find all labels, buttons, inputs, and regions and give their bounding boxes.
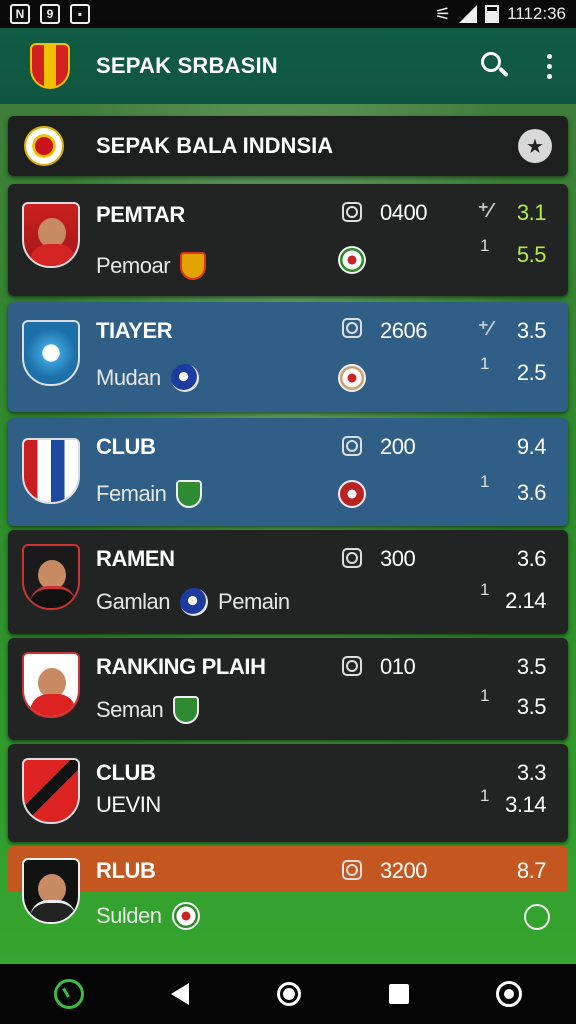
row-rank: 1 xyxy=(480,354,490,373)
club-crest xyxy=(22,438,80,504)
row-name: CLUB xyxy=(96,434,156,459)
row-sub: Gamlan xyxy=(96,589,171,614)
notification-n-icon: N xyxy=(10,4,30,24)
location-icon: 9 xyxy=(40,4,60,24)
row-count: 2606 xyxy=(380,318,427,343)
club-badge-icon xyxy=(176,480,203,508)
row-sub: Seman xyxy=(96,697,164,722)
row-count: 200 xyxy=(380,434,416,459)
trend-indicator: ⁺⁄ xyxy=(478,200,492,222)
row-name: RAMEN xyxy=(96,546,175,571)
list-item[interactable]: RANKING PLAIH Seman 010 1 3.5 3.5 xyxy=(8,638,568,740)
value-top: 3.1 xyxy=(516,200,547,225)
row-sub: Sulden xyxy=(96,903,162,928)
nav-bar xyxy=(0,964,576,1024)
value-top: 3.3 xyxy=(516,760,547,785)
back-icon[interactable] xyxy=(171,983,190,1005)
club-badge-icon xyxy=(180,252,207,280)
row-rank: 1 xyxy=(480,580,490,599)
row-name: CLUB xyxy=(96,760,156,785)
value-bottom: 5.5 xyxy=(516,242,547,267)
list-item[interactable]: CLUB Femain 200 1 9.4 3.6 xyxy=(8,418,568,526)
ball-icon xyxy=(180,588,209,616)
row-count: 010 xyxy=(380,654,416,679)
club-crest xyxy=(22,858,80,924)
row-name: TIAYER xyxy=(96,318,173,343)
league-title: SEPAK BALA INDNSIA xyxy=(96,133,334,158)
list-item[interactable]: RLUB Sulden 3200 8.7 xyxy=(8,846,568,960)
clock-icon xyxy=(342,548,362,568)
app-bar: SEPAK SRBASIN xyxy=(0,28,576,104)
row-name: RANKING PLAIH xyxy=(96,654,266,679)
assistant-icon[interactable] xyxy=(496,981,523,1007)
value-bottom: 3.14 xyxy=(505,792,546,817)
club-crest xyxy=(22,544,80,610)
row-rank: 1 xyxy=(480,686,490,705)
row-rank: 1 xyxy=(480,786,490,805)
row-sub-extra: Pemain xyxy=(218,589,290,614)
app-logo xyxy=(30,43,70,89)
value-bottom: 2.5 xyxy=(516,360,547,385)
more-vert-icon[interactable] xyxy=(547,53,552,79)
league-badge xyxy=(24,126,64,166)
row-name: PEMTAR xyxy=(96,202,185,227)
star-icon[interactable]: ★ xyxy=(518,129,552,163)
row-sub: Pemoar xyxy=(96,253,171,278)
clock-icon xyxy=(342,860,362,880)
value-bottom: 3.5 xyxy=(516,694,547,719)
status-time: 1112:36 xyxy=(507,4,566,23)
row-rank: 1 xyxy=(480,236,490,255)
list-item[interactable]: TIAYER Mudan 2606 ⁺⁄ 1 3.5 2.5 xyxy=(8,302,568,412)
battery-icon xyxy=(485,5,500,23)
value-top: 3.5 xyxy=(516,318,547,343)
clock-icon xyxy=(342,202,362,222)
row-sub: Mudan xyxy=(96,365,161,390)
row-rank: 1 xyxy=(480,472,490,491)
list-item[interactable]: CLUB UEVIN 1 3.3 3.14 xyxy=(8,744,568,842)
value-bottom: 2.14 xyxy=(505,588,546,613)
app-title: SEPAK SRBASIN xyxy=(96,53,278,78)
clock-icon xyxy=(342,318,362,338)
wifi-icon: ⚟ xyxy=(434,3,452,24)
ball-icon xyxy=(170,364,199,392)
league-header[interactable]: SEPAK BALA INDNSIA ★ xyxy=(8,116,568,176)
club-crest xyxy=(22,320,80,386)
status-bar: N 9 ▪ ⚟ 1112:36 xyxy=(0,0,576,28)
home-icon[interactable] xyxy=(276,982,301,1006)
clock-icon xyxy=(342,656,362,676)
team-round-icon xyxy=(171,902,200,930)
team-round-icon xyxy=(338,480,366,508)
clock-icon xyxy=(342,436,362,456)
team-round-icon xyxy=(338,364,366,392)
row-sub: Femain xyxy=(96,481,167,506)
row-sub: UEVIN xyxy=(96,792,161,817)
row-count: 3200 xyxy=(380,858,427,883)
trend-indicator: ⁺⁄ xyxy=(478,318,492,340)
row-count: 300 xyxy=(380,546,416,571)
search-icon[interactable] xyxy=(481,52,509,80)
club-crest xyxy=(22,758,80,824)
value-top: 9.4 xyxy=(516,434,547,459)
club-badge-icon xyxy=(173,696,200,724)
value-top: 8.7 xyxy=(516,858,547,883)
row-count: 0400 xyxy=(380,200,427,225)
value-top: 3.5 xyxy=(516,654,547,679)
status-circle-icon[interactable] xyxy=(524,904,550,930)
club-crest xyxy=(22,202,80,268)
recents-icon[interactable] xyxy=(388,984,409,1004)
value-bottom: 3.6 xyxy=(516,480,547,505)
list-item[interactable]: PEMTAR Pemoar 0400 ⁺⁄ 1 3.1 5.5 xyxy=(8,184,568,296)
signal-icon xyxy=(459,5,478,23)
team-round-icon xyxy=(338,246,366,274)
photo-icon: ▪ xyxy=(70,4,90,24)
value-top: 3.6 xyxy=(516,546,547,571)
club-crest xyxy=(22,652,80,718)
clock-icon[interactable] xyxy=(53,979,84,1009)
list-item[interactable]: RAMEN Gamlan Pemain 300 1 3.6 2.14 xyxy=(8,530,568,634)
row-name: RLUB xyxy=(96,858,156,883)
content-area: SEPAK BALA INDNSIA ★ PEMTAR Pemoar 0400 … xyxy=(0,104,576,964)
